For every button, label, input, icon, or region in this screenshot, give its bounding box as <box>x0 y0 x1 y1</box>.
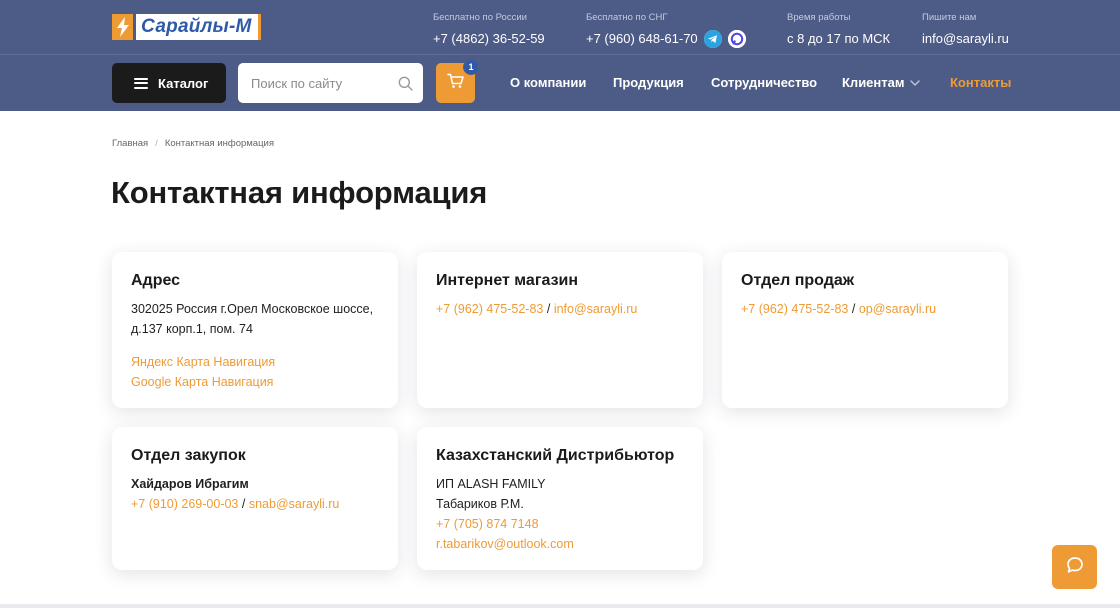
procurement-email-link[interactable]: snab@sarayli.ru <box>249 497 340 511</box>
kazakhstan-email-link[interactable]: r.tabarikov@outlook.com <box>436 537 574 551</box>
logo[interactable]: Сарайлы-М <box>112 12 261 42</box>
nav-item-cooperation[interactable]: Сотрудничество <box>711 63 817 103</box>
kazakhstan-card-title: Казахстанский Дистрибьютор <box>436 447 675 464</box>
telegram-icon[interactable] <box>703 30 722 48</box>
messenger-icon[interactable] <box>727 30 746 48</box>
lightning-logo-icon <box>112 14 133 40</box>
nav-item-products[interactable]: Продукция <box>613 63 684 103</box>
kazakhstan-distributor-card: Казахстанский Дистрибьютор ИП ALASH FAMI… <box>417 427 703 570</box>
search-box <box>238 63 423 103</box>
sales-phone-link[interactable]: +7 (962) 475-52-83 <box>741 302 848 316</box>
hours-value: с 8 до 17 по МСК <box>787 31 891 46</box>
search-input[interactable] <box>251 75 391 91</box>
email-block: Пишите нам info@sarayli.ru <box>922 12 1009 48</box>
online-shop-card: Интернет магазин +7 (962) 475-52-83 / in… <box>417 252 703 408</box>
catalog-label: Каталог <box>158 75 209 91</box>
email-label: Пишите нам <box>922 12 977 23</box>
phone-cis-label: Бесплатно по СНГ <box>586 12 668 23</box>
nav-item-clients-label: Клиентам <box>842 75 905 90</box>
phone-russia-label: Бесплатно по России <box>433 12 527 23</box>
phone-cis-block: Бесплатно по СНГ +7 (960) 648-61-70 <box>586 12 746 48</box>
breadcrumb-home[interactable]: Главная <box>112 138 148 149</box>
kazakhstan-person: Табариков Р.М. <box>436 497 524 511</box>
bottom-edge <box>0 604 1120 608</box>
address-line-1: 302025 Россия г.Орел Московское шоссе, <box>131 302 374 316</box>
chat-button[interactable] <box>1052 545 1097 589</box>
procurement-person: Хайдаров Ибрагим <box>131 477 249 491</box>
search-icon[interactable] <box>397 75 413 91</box>
site-header: Сарайлы-М Бесплатно по России +7 (4862) … <box>0 0 1120 111</box>
nav-item-clients[interactable]: Клиентам <box>842 63 921 103</box>
cart-icon <box>446 73 465 94</box>
sales-card-title: Отдел продаж <box>741 272 855 289</box>
phone-russia-block: Бесплатно по России +7 (4862) 36-52-59 <box>433 12 545 48</box>
procurement-phone-link[interactable]: +7 (910) 269-00-03 <box>131 497 238 511</box>
breadcrumb-current: Контактная информация <box>164 138 274 149</box>
phone-russia-link[interactable]: +7 (4862) 36-52-59 <box>433 30 545 48</box>
kazakhstan-company: ИП ALASH FAMILY <box>436 477 546 491</box>
online-shop-card-title: Интернет магазин <box>436 272 579 289</box>
hours-block: Время работы с 8 до 17 по МСК <box>787 12 890 48</box>
header-divider <box>0 54 1120 55</box>
breadcrumb: Главная / Контактная информация <box>112 138 274 149</box>
address-card: Адрес 302025 Россия г.Орел Московское шо… <box>112 252 398 408</box>
shop-phone-link[interactable]: +7 (962) 475-52-83 <box>436 302 543 316</box>
procurement-card: Отдел закупок Хайдаров Ибрагим +7 (910) … <box>112 427 398 570</box>
google-map-link[interactable]: Google Карта Навигация <box>131 375 273 389</box>
chevron-down-icon <box>910 80 921 86</box>
top-bar: Сарайлы-М Бесплатно по России +7 (4862) … <box>0 0 1120 54</box>
page-title: Контактная информация <box>111 175 488 210</box>
shop-email-link[interactable]: info@sarayli.ru <box>554 302 638 316</box>
sales-email-link[interactable]: op@sarayli.ru <box>859 302 936 316</box>
logo-text: Сарайлы-М <box>136 14 261 40</box>
chat-bubble-icon <box>1065 555 1085 580</box>
address-line-2: д.137 корп.1, пом. 74 <box>131 322 253 336</box>
contact-separator: / <box>241 497 246 511</box>
catalog-button[interactable]: Каталог <box>112 63 226 103</box>
cart-count-badge: 1 <box>463 59 479 75</box>
contact-separator: / <box>546 302 551 316</box>
procurement-card-title: Отдел закупок <box>131 447 246 464</box>
address-card-title: Адрес <box>131 272 181 289</box>
nav-item-contacts[interactable]: Контакты <box>950 63 1011 103</box>
menu-icon <box>134 77 148 89</box>
yandex-map-link[interactable]: Яндекс Карта Навигация <box>131 355 275 369</box>
nav-item-about[interactable]: О компании <box>510 63 586 103</box>
hours-label: Время работы <box>787 12 851 23</box>
sales-card: Отдел продаж +7 (962) 475-52-83 / op@sar… <box>722 252 1008 408</box>
header-email-link[interactable]: info@sarayli.ru <box>922 30 1009 48</box>
contact-separator: / <box>851 302 856 316</box>
breadcrumb-separator: / <box>155 138 158 149</box>
kazakhstan-phone-link[interactable]: +7 (705) 874 7148 <box>436 517 539 531</box>
phone-cis-link[interactable]: +7 (960) 648-61-70 <box>586 30 698 48</box>
nav-bar: Каталог 1 О компании Продукция Сотруднич… <box>0 59 1120 103</box>
